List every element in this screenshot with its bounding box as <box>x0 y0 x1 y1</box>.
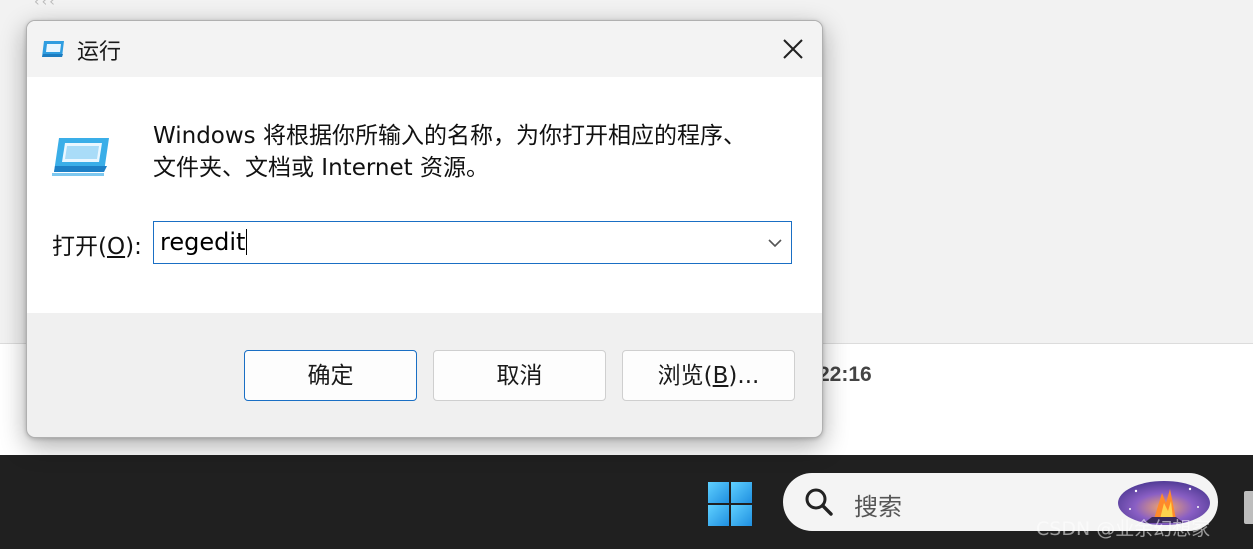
background-marks: ‹‹‹ <box>34 0 57 10</box>
description-line-1: Windows 将根据你所输入的名称，为你打开相应的程序、 <box>153 123 746 149</box>
browse-label-accesskey: B <box>712 363 729 389</box>
windows-start-icon <box>708 482 752 526</box>
open-label-suffix: ): <box>125 234 142 260</box>
text-caret <box>246 229 248 255</box>
browse-label-prefix: 浏览( <box>657 363 713 389</box>
run-dialog: 运行 Windows 将根据你所输入的名称，为你打开相应的程序、 文件夹、文档或… <box>26 20 823 438</box>
run-app-icon <box>52 138 109 176</box>
start-button[interactable] <box>706 480 754 528</box>
chevron-down-icon[interactable] <box>766 236 784 250</box>
close-button[interactable] <box>765 21 822 77</box>
browse-button[interactable]: 浏览(B)... <box>622 350 795 401</box>
search-icon <box>805 488 833 516</box>
dialog-content: Windows 将根据你所输入的名称，为你打开相应的程序、 文件夹、文档或 In… <box>27 77 822 313</box>
search-placeholder: 搜索 <box>854 493 902 521</box>
open-combobox[interactable]: regedit <box>153 221 792 264</box>
open-input-text: regedit <box>160 228 246 256</box>
dialog-title: 运行 <box>77 40 122 65</box>
dialog-titlebar[interactable]: 运行 <box>27 21 822 77</box>
open-label-accesskey: O <box>106 234 126 260</box>
open-label-prefix: 打开( <box>52 234 107 260</box>
close-icon <box>783 39 803 59</box>
run-icon <box>42 41 64 57</box>
ok-button[interactable]: 确定 <box>244 350 417 401</box>
tray-edge[interactable] <box>1244 491 1253 524</box>
dialog-description: Windows 将根据你所输入的名称，为你打开相应的程序、 文件夹、文档或 In… <box>153 120 793 184</box>
open-label: 打开(O): <box>52 227 142 261</box>
watermark-text: CSDN @业余幻想家 <box>1036 518 1211 540</box>
cancel-button[interactable]: 取消 <box>433 350 606 401</box>
description-line-2: 文件夹、文档或 Internet 资源。 <box>153 155 489 181</box>
browse-label-suffix: )... <box>728 363 760 389</box>
background-time-text: 22:16 <box>818 363 872 386</box>
open-input-value[interactable]: regedit <box>160 228 248 256</box>
